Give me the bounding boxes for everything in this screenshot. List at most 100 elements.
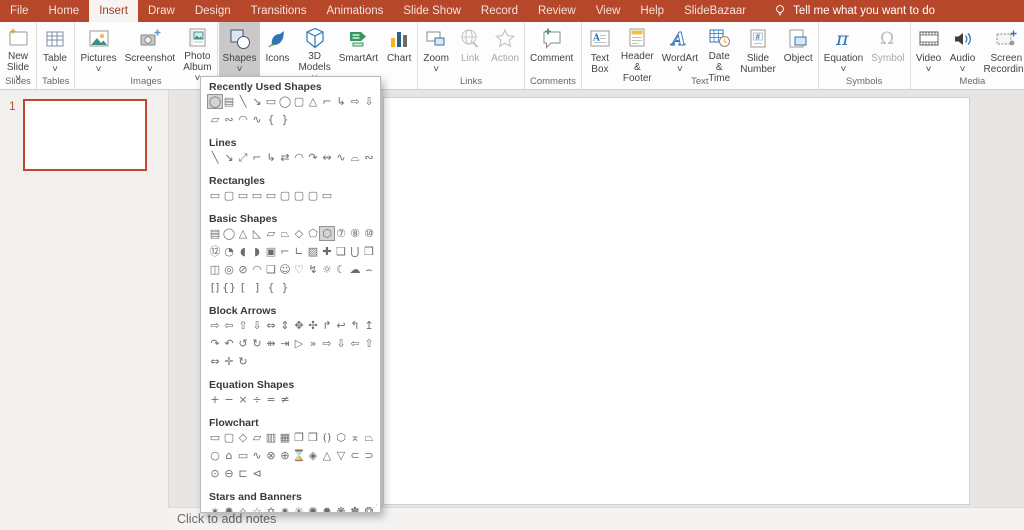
shape-double-bracket[interactable]: [] <box>208 281 222 294</box>
shape-heptagon[interactable]: ⑦ <box>334 227 348 240</box>
shape-right-brace[interactable]: } <box>278 113 292 126</box>
shape-summing-junction[interactable]: ⊗ <box>264 449 278 462</box>
shape-heart[interactable]: ♡ <box>292 263 306 276</box>
shape-regular-pentagon[interactable]: ⬠ <box>306 227 320 240</box>
video-button[interactable]: Video ˅ <box>912 22 946 76</box>
shape-extract[interactable]: △ <box>320 449 334 462</box>
3d-models-button[interactable]: 3D Models ˅ <box>294 22 334 84</box>
shape-hexagon[interactable]: ⬡ <box>319 226 335 241</box>
shape-isosceles-triangle[interactable]: △ <box>306 95 320 108</box>
shape-line-arrow-double[interactable]: ⤢ <box>236 151 250 164</box>
shape-curve[interactable]: ∿ <box>250 113 264 126</box>
shape-octagon[interactable]: ⑧ <box>348 227 362 240</box>
shape-arrow-striped-right[interactable]: ⇻ <box>264 337 278 350</box>
shape-freeform-shape[interactable]: ⌓ <box>348 151 362 164</box>
shape-l-shape[interactable]: ∟ <box>292 245 306 258</box>
shape-callout-up-arrow[interactable]: ⇧ <box>362 337 376 350</box>
shape-delay[interactable]: ⊃ <box>362 449 376 462</box>
shape-direct-access-storage[interactable]: ⊏ <box>236 467 250 480</box>
shape-star-24-point[interactable]: ✽ <box>348 505 362 512</box>
shape-arrow-chevron[interactable]: » <box>306 337 320 350</box>
shape-diamond[interactable]: ◇ <box>292 227 306 240</box>
shape-document[interactable]: ❐ <box>292 431 306 444</box>
shape-terminator[interactable]: () <box>320 431 334 444</box>
shape-star-12-point[interactable]: ✹ <box>320 505 334 512</box>
shape-diagonal-stripe[interactable]: ▨ <box>306 245 320 258</box>
shape-rounded-rectangle[interactable]: ▢ <box>222 189 236 202</box>
shape-arrow-u-turn[interactable]: ↩ <box>334 319 348 332</box>
shape-explosion-8pt[interactable]: ✶ <box>208 505 222 512</box>
shape-rectangle[interactable]: ▭ <box>208 189 222 202</box>
shape-dodecagon[interactable]: ⑫ <box>208 245 222 258</box>
date-time-button[interactable]: Date & Time <box>702 22 736 84</box>
shape-arrow-bent-up[interactable]: ↥ <box>362 319 376 332</box>
shape-connector-elbow[interactable]: ⌐ <box>250 151 264 164</box>
shape-text-box[interactable]: ▤ <box>208 227 222 240</box>
shape-isosceles-triangle[interactable]: △ <box>236 227 250 240</box>
shape-card[interactable]: ▭ <box>236 449 250 462</box>
shape-connector-curved-double-arrow[interactable]: ↭ <box>320 151 334 164</box>
shape-trapezoid[interactable]: ⏢ <box>278 227 292 240</box>
tab-help[interactable]: Help <box>630 0 674 22</box>
shape-half-frame[interactable]: ⌐ <box>278 245 292 258</box>
shape-oval[interactable]: ◯ <box>278 95 292 108</box>
shape-internal-storage[interactable]: ▦ <box>278 431 292 444</box>
pictures-button[interactable]: Pictures ˅ <box>76 22 120 76</box>
text-box-button[interactable]: A Text Box <box>583 22 617 76</box>
tab-file[interactable]: File <box>0 0 39 22</box>
shape-arrow-curved-right[interactable]: ↷ <box>208 337 222 350</box>
shape-oval[interactable]: ◯ <box>222 227 236 240</box>
shape-rounded-rectangle[interactable]: ▢ <box>292 95 306 108</box>
shape-arrow-circular[interactable]: ↻ <box>236 355 250 368</box>
icons-button[interactable]: Icons <box>260 22 294 76</box>
shape-sequential-access-storage[interactable]: ⊙ <box>208 467 222 480</box>
shape-cube[interactable]: ❒ <box>362 245 376 258</box>
shape-star-10-point[interactable]: ✺ <box>306 505 320 512</box>
shape-snip-single-corner-rectangle[interactable]: ▱ <box>208 113 222 126</box>
shape-multiply[interactable]: × <box>236 393 250 406</box>
shape-arrow-right[interactable]: ⇨ <box>348 95 362 108</box>
shape-manual-input[interactable]: ⌅ <box>348 431 362 444</box>
shape-left-brace[interactable]: { <box>264 113 278 126</box>
shape-bevel[interactable]: ◫ <box>208 263 222 276</box>
shape-star-6-point[interactable]: ✡ <box>264 505 278 512</box>
shape-collate[interactable]: ⌛ <box>292 449 306 462</box>
resize-grip[interactable]: ⋰ <box>370 503 378 512</box>
shape-minus[interactable]: − <box>222 393 236 406</box>
shape-folded-corner[interactable]: ❏ <box>264 263 278 276</box>
tab-view[interactable]: View <box>586 0 631 22</box>
shape-arrow-up[interactable]: ⇧ <box>236 319 250 332</box>
shape-plaque[interactable]: ❑ <box>334 245 348 258</box>
shape-equal[interactable]: = <box>264 393 278 406</box>
shape-multidocument[interactable]: ❒ <box>306 431 320 444</box>
shape-donut[interactable]: ◎ <box>222 263 236 276</box>
shape-predefined-process[interactable]: ▥ <box>264 431 278 444</box>
shapes-button[interactable]: Shapes ˅ <box>218 22 261 76</box>
smartart-button[interactable]: SmartArt <box>335 22 382 76</box>
shape-pie[interactable]: ◔ <box>222 245 236 258</box>
shape-no-symbol[interactable]: ⊘ <box>236 263 250 276</box>
shape-right-brace[interactable]: } <box>278 281 292 294</box>
shape-parallelogram[interactable]: ▱ <box>264 227 278 240</box>
shape-sort[interactable]: ◈ <box>306 449 320 462</box>
shape-alternate-process[interactable]: ▢ <box>222 431 236 444</box>
shape-snip-single-corner-rectangle[interactable]: ▭ <box>236 189 250 202</box>
new-slide-button[interactable]: New Slide ˅ <box>1 22 35 84</box>
shape-star-5-point[interactable]: ☆ <box>250 505 264 512</box>
shape-line[interactable]: ╲ <box>236 95 250 108</box>
table-button[interactable]: Table ˅ <box>38 22 72 76</box>
shape-line-arrow[interactable]: ↘ <box>222 151 236 164</box>
tab-design[interactable]: Design <box>185 0 241 22</box>
shape-explosion-14pt[interactable]: ✸ <box>222 505 236 512</box>
shape-connector-elbow-double-arrow[interactable]: ⇄ <box>278 151 292 164</box>
tell-me-box[interactable]: Tell me what you want to do <box>772 0 935 22</box>
shape-connector-curved[interactable]: ◠ <box>292 151 306 164</box>
shape-data[interactable]: ▱ <box>250 431 264 444</box>
shape-arrow-curved-down[interactable]: ↻ <box>250 337 264 350</box>
shape-can[interactable]: ⋃ <box>348 245 362 258</box>
tab-slidebazaar[interactable]: SlideBazaar <box>674 0 756 22</box>
photo-album-button[interactable]: Photo Album ˅ <box>179 22 215 84</box>
equation-button[interactable]: π Equation ˅ <box>820 22 867 76</box>
header-footer-button[interactable]: Header & Footer <box>617 22 658 84</box>
shape-lightning-bolt[interactable]: ↯ <box>306 263 320 276</box>
